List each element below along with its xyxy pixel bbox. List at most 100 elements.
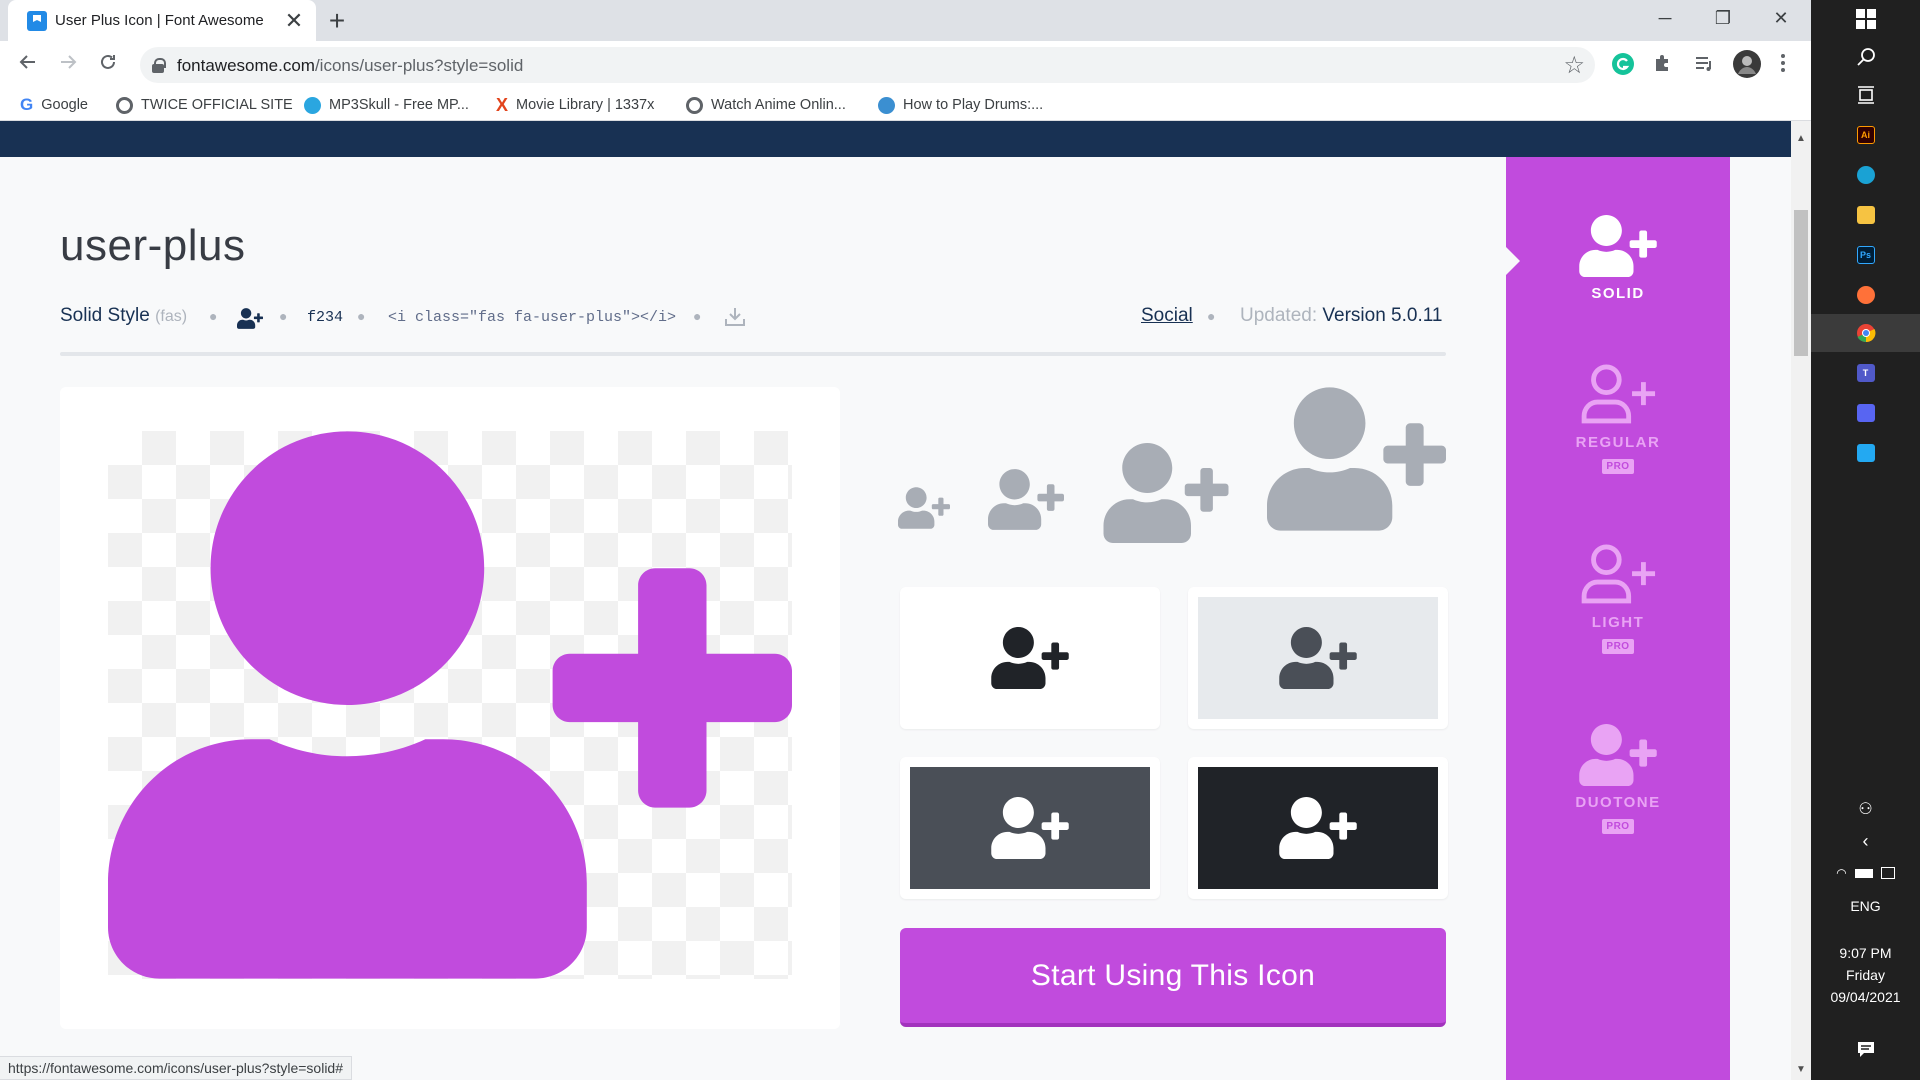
forward-button[interactable]: [52, 49, 84, 81]
illustrator-icon: Ai: [1856, 126, 1875, 144]
style-option-regular[interactable]: REGULAR PRO: [1506, 364, 1730, 474]
user-plus-glyph-icon[interactable]: [237, 308, 263, 329]
back-button[interactable]: [12, 49, 44, 81]
style-option-duotone[interactable]: DUOTONE PRO: [1506, 724, 1730, 834]
swatch-light-gray[interactable]: [1188, 587, 1448, 729]
bookmark-label: MP3Skull - Free MP...: [329, 97, 469, 113]
clock-time[interactable]: 9:07 PM: [1811, 945, 1920, 961]
start-using-icon-button[interactable]: Start Using This Icon: [900, 928, 1446, 1027]
lock-icon[interactable]: [152, 58, 166, 73]
windows-taskbar: Ai Ps T ⚇ ‹ ◠ ENG 9:07 PM Friday 09/04/2…: [1811, 0, 1920, 1080]
extensions-puzzle-icon[interactable]: [1652, 52, 1678, 78]
style-option-light[interactable]: LIGHT PRO: [1506, 544, 1730, 654]
browser-toolbar: fontawesome.com/icons/user-plus?style=so…: [0, 41, 1811, 88]
url-text: fontawesome.com/icons/user-plus?style=so…: [177, 56, 524, 75]
bookmark-label: TWICE OFFICIAL SITE: [141, 97, 293, 113]
wifi-icon: ◠: [1836, 866, 1847, 880]
new-tab-button[interactable]: +: [322, 6, 352, 36]
swatch-dark-gray[interactable]: [900, 757, 1160, 899]
icon-preview-card: [60, 387, 840, 1029]
bookmark-mp3skull[interactable]: MP3Skull - Free MP...: [304, 94, 469, 116]
windows-logo-icon: [1855, 9, 1876, 29]
x-logo-icon: X: [496, 94, 509, 115]
tab-title: User Plus Icon | Font Awesome: [55, 12, 264, 29]
reload-button[interactable]: [92, 49, 124, 81]
taskbar-chrome[interactable]: [1811, 314, 1920, 352]
bookmark-anime[interactable]: Watch Anime Onlin...: [686, 94, 846, 116]
taskbar-discord[interactable]: [1811, 394, 1920, 432]
browser-menu-icon[interactable]: [1780, 52, 1806, 78]
user-plus-size-4x-icon: [1267, 387, 1446, 531]
style-name: Solid Style (fas): [60, 305, 188, 326]
maximize-button[interactable]: ❐: [1694, 0, 1752, 36]
separator-dot: ●: [357, 308, 366, 324]
firefox-icon: [1856, 286, 1875, 304]
action-center-button[interactable]: [1811, 1030, 1920, 1068]
bookmarks-bar: G Google TWICE OFFICIAL SITE MP3Skull - …: [0, 88, 1811, 121]
task-view-icon: [1857, 86, 1874, 104]
system-tray[interactable]: ◠: [1811, 854, 1920, 892]
page-title: user-plus: [60, 221, 246, 270]
discord-icon: [1856, 404, 1875, 422]
style-label: SOLID: [1591, 285, 1645, 302]
bookmark-label: How to Play Drums:...: [903, 97, 1044, 113]
photoshop-icon: Ps: [1856, 246, 1875, 264]
separator-dot: ●: [279, 308, 288, 324]
folder-icon: [1856, 206, 1875, 224]
bookmark-google[interactable]: G Google: [20, 94, 88, 116]
style-label: REGULAR: [1575, 434, 1661, 451]
search-button[interactable]: [1811, 38, 1920, 76]
minimize-button[interactable]: ─: [1636, 0, 1694, 36]
display-icon: [1880, 867, 1895, 879]
tab-close-icon[interactable]: ✕: [281, 8, 307, 34]
style-option-solid[interactable]: SOLID: [1506, 215, 1730, 302]
swatch-white[interactable]: [900, 587, 1160, 729]
grammarly-extension-icon[interactable]: [1611, 52, 1637, 78]
browser-window: User Plus Icon | Font Awesome ✕ + ─ ❐ ✕ …: [0, 0, 1811, 1080]
taskbar-photoshop[interactable]: Ps: [1811, 236, 1920, 274]
bookmark-label: Google: [41, 97, 88, 113]
scroll-down-arrow-icon[interactable]: ▼: [1791, 1062, 1811, 1078]
pro-badge: PRO: [1602, 639, 1634, 654]
task-view-button[interactable]: [1811, 76, 1920, 114]
swatch-black[interactable]: [1188, 757, 1448, 899]
bookmark-drums[interactable]: How to Play Drums:...: [878, 94, 1043, 116]
status-bar-url: https://fontawesome.com/icons/user-plus?…: [0, 1056, 352, 1080]
site-navbar: [0, 121, 1791, 157]
reload-icon: [101, 54, 115, 69]
edge-icon: [1856, 166, 1875, 184]
download-icon[interactable]: [723, 305, 747, 329]
user-plus-large-icon: [108, 431, 792, 979]
taskbar-edge[interactable]: [1811, 156, 1920, 194]
forward-arrow-icon: [61, 55, 77, 69]
scrollbar-thumb[interactable]: [1794, 210, 1808, 356]
bookmark-star-icon[interactable]: ☆: [1563, 51, 1585, 80]
clock-day[interactable]: Friday: [1811, 967, 1920, 983]
google-icon: G: [20, 95, 34, 114]
category-link[interactable]: Social: [1141, 305, 1193, 327]
style-selector-panel: SOLID REGULAR PRO LIGHT PRO DUOTONE PRO: [1506, 157, 1730, 1080]
user-plus-solid-icon: [1579, 215, 1657, 277]
address-bar[interactable]: fontawesome.com/icons/user-plus?style=so…: [140, 47, 1595, 83]
size-samples: [898, 387, 1446, 537]
media-queue-icon[interactable]: [1693, 52, 1719, 78]
close-window-button[interactable]: ✕: [1752, 0, 1810, 36]
bookmark-1337x[interactable]: X Movie Library | 1337x: [496, 94, 654, 116]
profile-avatar[interactable]: [1733, 50, 1761, 78]
taskbar-teams[interactable]: T: [1811, 354, 1920, 392]
clock-date[interactable]: 09/04/2021: [1811, 989, 1920, 1005]
active-tab[interactable]: User Plus Icon | Font Awesome ✕: [8, 0, 316, 41]
language-indicator[interactable]: ENG: [1811, 898, 1920, 914]
icon-meta-row: Solid Style (fas) ● ● f234 ● <i class="f…: [60, 305, 1446, 335]
code-snippet[interactable]: <i class="fas fa-user-plus"></i>: [388, 309, 676, 326]
taskbar-file-explorer[interactable]: [1811, 196, 1920, 234]
unicode-value[interactable]: f234: [307, 309, 343, 326]
taskbar-vscode[interactable]: [1811, 434, 1920, 472]
scroll-up-arrow-icon[interactable]: ▲: [1791, 131, 1811, 147]
taskbar-firefox[interactable]: [1811, 276, 1920, 314]
taskbar-illustrator[interactable]: Ai: [1811, 116, 1920, 154]
start-button[interactable]: [1811, 0, 1920, 38]
bookmark-twice[interactable]: TWICE OFFICIAL SITE: [116, 94, 293, 116]
people-icon: ⚇: [1858, 801, 1873, 818]
style-label: LIGHT: [1591, 614, 1645, 631]
